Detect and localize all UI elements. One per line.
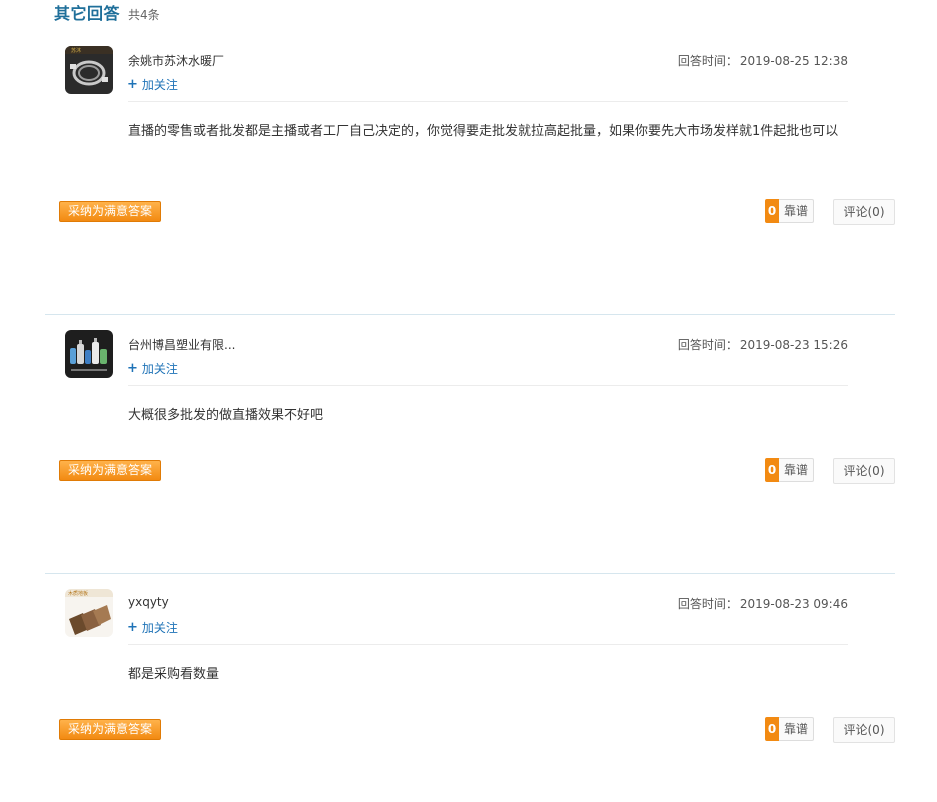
svg-text:木质地板: 木质地板 — [68, 590, 88, 597]
metal-hose-product-icon: 苏沐 — [65, 46, 113, 94]
avatar[interactable] — [65, 330, 113, 378]
answer-time-label: 回答时间： — [677, 597, 738, 611]
separator — [128, 101, 848, 102]
username[interactable]: 余姚市苏沐水暖厂 — [128, 52, 224, 69]
comment-button[interactable]: 评论(0) — [833, 199, 895, 225]
vote-count: 0 — [765, 199, 779, 223]
answer-item: 台州博昌塑业有限... + 加关注 回答时间： 2019-08-23 15:26 … — [0, 284, 937, 543]
answer-text: 直播的零售或者批发都是主播或者工厂自己决定的，你觉得要走批发就拉高起批量，如果你… — [128, 124, 839, 139]
plastic-bottles-product-icon — [65, 330, 113, 378]
answer-text: 都是采购看数量 — [128, 667, 220, 682]
vote-label: 靠谱 — [779, 199, 815, 223]
plus-icon: + — [127, 361, 138, 376]
answer-item: 苏沐 余姚市苏沐水暖厂 + 加关注 回答时间： 2019-08-25 12:38 … — [0, 0, 937, 259]
vote-count: 0 — [765, 458, 779, 482]
accept-answer-button[interactable]: 采纳为满意答案 — [59, 460, 161, 481]
comment-button[interactable]: 评论(0) — [833, 717, 895, 743]
follow-button[interactable]: + 加关注 — [127, 76, 178, 93]
username[interactable]: 台州博昌塑业有限... — [128, 336, 235, 353]
username[interactable]: yxqyty — [128, 595, 169, 609]
separator — [128, 644, 848, 645]
plus-icon: + — [127, 77, 138, 92]
reliable-vote-button[interactable]: 0 靠谱 — [765, 458, 815, 482]
answer-time: 回答时间： 2019-08-25 12:38 — [678, 52, 848, 69]
answer-item: 木质地板 yxqyty + 加关注 回答时间： 2019-08-23 09:46 … — [0, 543, 937, 802]
reliable-vote-button[interactable]: 0 靠谱 — [765, 717, 815, 741]
answer-time-value: 2019-08-25 12:38 — [739, 54, 848, 68]
vote-label: 靠谱 — [779, 717, 815, 741]
answer-time-value: 2019-08-23 09:46 — [739, 597, 848, 611]
separator — [128, 385, 848, 386]
comment-button[interactable]: 评论(0) — [833, 458, 895, 484]
accept-answer-button[interactable]: 采纳为满意答案 — [59, 719, 161, 740]
answer-time: 回答时间： 2019-08-23 09:46 — [678, 595, 848, 612]
avatar[interactable]: 苏沐 — [65, 46, 113, 94]
vote-count: 0 — [765, 717, 779, 741]
plus-icon: + — [127, 620, 138, 635]
follow-label: 加关注 — [141, 78, 178, 92]
answer-time-label: 回答时间： — [677, 338, 738, 352]
answer-time: 回答时间： 2019-08-23 15:26 — [678, 336, 848, 353]
follow-label: 加关注 — [141, 621, 178, 635]
accept-answer-button[interactable]: 采纳为满意答案 — [59, 201, 161, 222]
reliable-vote-button[interactable]: 0 靠谱 — [765, 199, 815, 223]
follow-label: 加关注 — [141, 362, 178, 376]
answer-time-label: 回答时间： — [677, 54, 738, 68]
vote-label: 靠谱 — [779, 458, 815, 482]
avatar[interactable]: 木质地板 — [65, 589, 113, 637]
follow-button[interactable]: + 加关注 — [127, 619, 178, 636]
answer-text: 大概很多批发的做直播效果不好吧 — [128, 408, 324, 423]
svg-text:苏沐: 苏沐 — [71, 47, 81, 54]
wood-flooring-product-icon: 木质地板 — [65, 589, 113, 637]
follow-button[interactable]: + 加关注 — [127, 360, 178, 377]
answer-time-value: 2019-08-23 15:26 — [739, 338, 848, 352]
